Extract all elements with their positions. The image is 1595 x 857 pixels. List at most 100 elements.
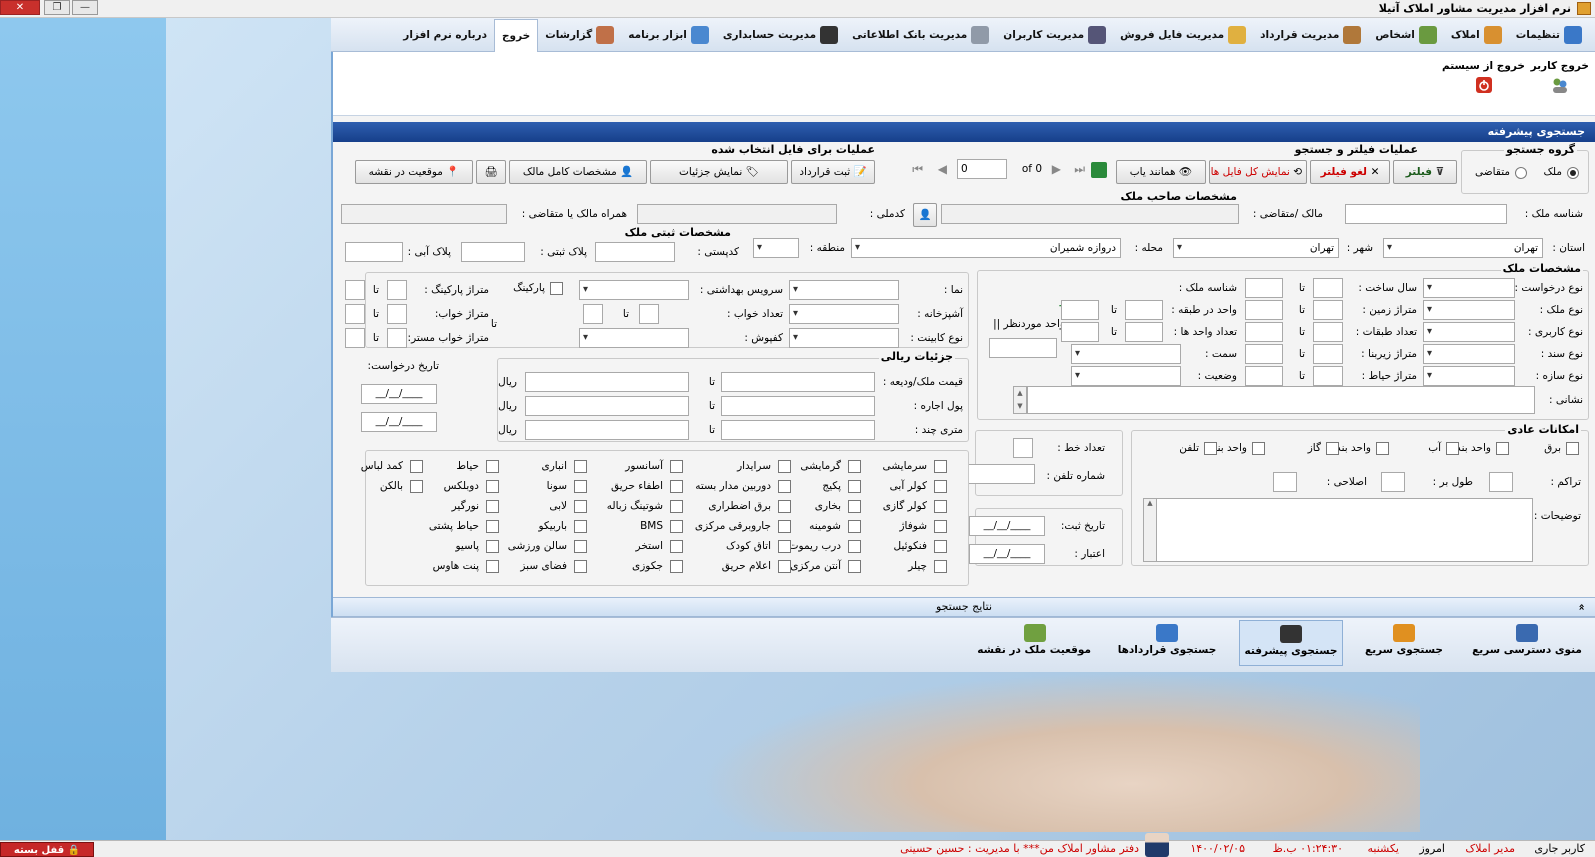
blue-plate-input[interactable] [345, 242, 403, 262]
usage_type-select[interactable] [1423, 322, 1515, 342]
map-location-button[interactable]: 📍 موقعیت در نقشه [355, 160, 473, 184]
show-all-files-button[interactable]: ⟲ نمایش کل فایل ها [1209, 160, 1307, 184]
amenity-checkbox[interactable] [486, 540, 499, 553]
amenity-checkbox[interactable] [670, 560, 683, 573]
units_per_floor-to[interactable] [1061, 300, 1099, 320]
menu-item-0[interactable]: تنظیمات [1509, 20, 1589, 50]
registration-plate-input[interactable] [461, 242, 525, 262]
similar-finder-button[interactable]: 👁 همانند یاب [1116, 160, 1206, 184]
total-from[interactable] [721, 372, 875, 392]
show-details-button[interactable]: 🏷 نمایش جزئیات [650, 160, 788, 184]
floors-to[interactable] [1245, 322, 1283, 342]
request-date-to[interactable]: __/__/____ [361, 412, 437, 432]
amenity-checkbox[interactable] [934, 460, 947, 473]
total-to[interactable] [525, 372, 689, 392]
amenity-checkbox[interactable] [574, 520, 587, 533]
land_area-to[interactable] [1245, 300, 1283, 320]
per_meter-from[interactable] [721, 420, 875, 440]
amenity-checkbox[interactable] [848, 460, 861, 473]
bed_area-from[interactable] [387, 304, 407, 324]
amenity-checkbox[interactable] [486, 560, 499, 573]
chevron-down-icon[interactable]: » [1572, 603, 1590, 610]
menu-item-5[interactable]: مدیریت کاربران [996, 20, 1113, 50]
length-input[interactable] [1381, 472, 1405, 492]
minimize-button[interactable]: — [72, 0, 98, 15]
amenity-checkbox[interactable] [670, 480, 683, 493]
validity-input[interactable]: __/__/____ [969, 544, 1045, 564]
lines-count-input[interactable] [1013, 438, 1033, 458]
cabinet-select[interactable] [789, 328, 899, 348]
amenity-checkbox[interactable] [848, 560, 861, 573]
amenity-checkbox[interactable] [574, 500, 587, 513]
city-select[interactable]: تهران [1173, 238, 1339, 258]
floors-from[interactable] [1313, 322, 1343, 342]
phone-input[interactable] [967, 464, 1035, 484]
bedrooms-from[interactable] [639, 304, 659, 324]
amenity-checkbox[interactable] [486, 500, 499, 513]
basic-checkbox-1[interactable] [1496, 442, 1509, 455]
corrective-input[interactable] [1273, 472, 1297, 492]
amenity-checkbox[interactable] [670, 520, 683, 533]
per_meter-to[interactable] [525, 420, 689, 440]
amenity-checkbox[interactable] [934, 540, 947, 553]
parking_area-to[interactable] [345, 280, 365, 300]
yard_area-to[interactable] [1245, 366, 1283, 386]
amenity-checkbox[interactable] [778, 460, 791, 473]
menu-item-11[interactable]: درباره نرم افزار [396, 20, 494, 50]
amenity-checkbox[interactable] [778, 540, 791, 553]
built_area-to[interactable] [1245, 344, 1283, 364]
province-select[interactable]: تهران [1383, 238, 1543, 258]
master_area-from[interactable] [387, 328, 407, 348]
menu-item-7[interactable]: مدیریت حسابداری [716, 20, 845, 50]
service-select[interactable] [579, 280, 689, 300]
flooring-select[interactable] [579, 328, 689, 348]
basic-checkbox-0[interactable] [1566, 442, 1579, 455]
facade-select[interactable] [789, 280, 899, 300]
amenity-checkbox[interactable] [486, 460, 499, 473]
page-number-input[interactable]: 0 [957, 159, 1007, 179]
doc_type-select[interactable] [1423, 344, 1515, 364]
basic-checkbox-2[interactable] [1446, 442, 1459, 455]
menu-item-3[interactable]: مدیریت قرارداد [1253, 20, 1368, 50]
amenity-checkbox[interactable] [934, 560, 947, 573]
parking-checkbox[interactable] [550, 282, 563, 295]
basic-checkbox-3[interactable] [1376, 442, 1389, 455]
search-results-bar[interactable]: نتایج جستجو » [333, 597, 1595, 617]
restore-button[interactable]: ❐ [44, 0, 70, 15]
companion-input[interactable] [341, 204, 507, 224]
address-scrollbar[interactable]: ▲ ▼ [1013, 386, 1027, 414]
shortcut-1[interactable]: جستجوی سریع [1351, 620, 1457, 666]
last-page-icon[interactable]: ⏭ [1074, 162, 1085, 177]
menu-item-1[interactable]: املاک [1444, 20, 1509, 50]
notes-scrollbar[interactable]: ▲ [1143, 498, 1157, 562]
basic-checkbox-6[interactable] [1204, 442, 1217, 455]
build_year-to[interactable] [1245, 278, 1283, 298]
amenity-checkbox[interactable] [778, 560, 791, 573]
menu-item-8[interactable]: ابزار برنامه [621, 20, 716, 50]
request-date-from[interactable]: __/__/____ [361, 384, 437, 404]
amenity-checkbox[interactable] [778, 500, 791, 513]
amenity-checkbox[interactable] [486, 520, 499, 533]
amenity-checkbox[interactable] [848, 500, 861, 513]
address-input[interactable] [1027, 386, 1535, 414]
shortcut-4[interactable]: موقعیت ملک در نقشه [975, 620, 1095, 666]
exit-system-button[interactable]: خروج از سیستم [1442, 60, 1525, 94]
build_year-from[interactable] [1313, 278, 1343, 298]
amenity-checkbox[interactable] [848, 540, 861, 553]
land_area-from[interactable] [1313, 300, 1343, 320]
region-select[interactable] [753, 238, 799, 258]
amenity-checkbox[interactable] [410, 480, 423, 493]
shortcut-0[interactable]: منوی دسترسی سریع [1465, 620, 1589, 666]
owner-input[interactable] [941, 204, 1239, 224]
direction-select[interactable] [1071, 344, 1181, 364]
property_type-select[interactable] [1423, 300, 1515, 320]
first-page-icon[interactable]: ⏮ [912, 162, 923, 177]
amenity-checkbox[interactable] [934, 500, 947, 513]
notes-input[interactable] [1143, 498, 1533, 562]
amenity-checkbox[interactable] [778, 520, 791, 533]
cancel-filter-button[interactable]: ✕ لغو فیلتر [1310, 160, 1390, 184]
bedrooms-to[interactable] [583, 304, 603, 324]
national-code-input[interactable] [637, 204, 837, 224]
units_count-from[interactable] [1125, 322, 1163, 342]
built_area-from[interactable] [1313, 344, 1343, 364]
